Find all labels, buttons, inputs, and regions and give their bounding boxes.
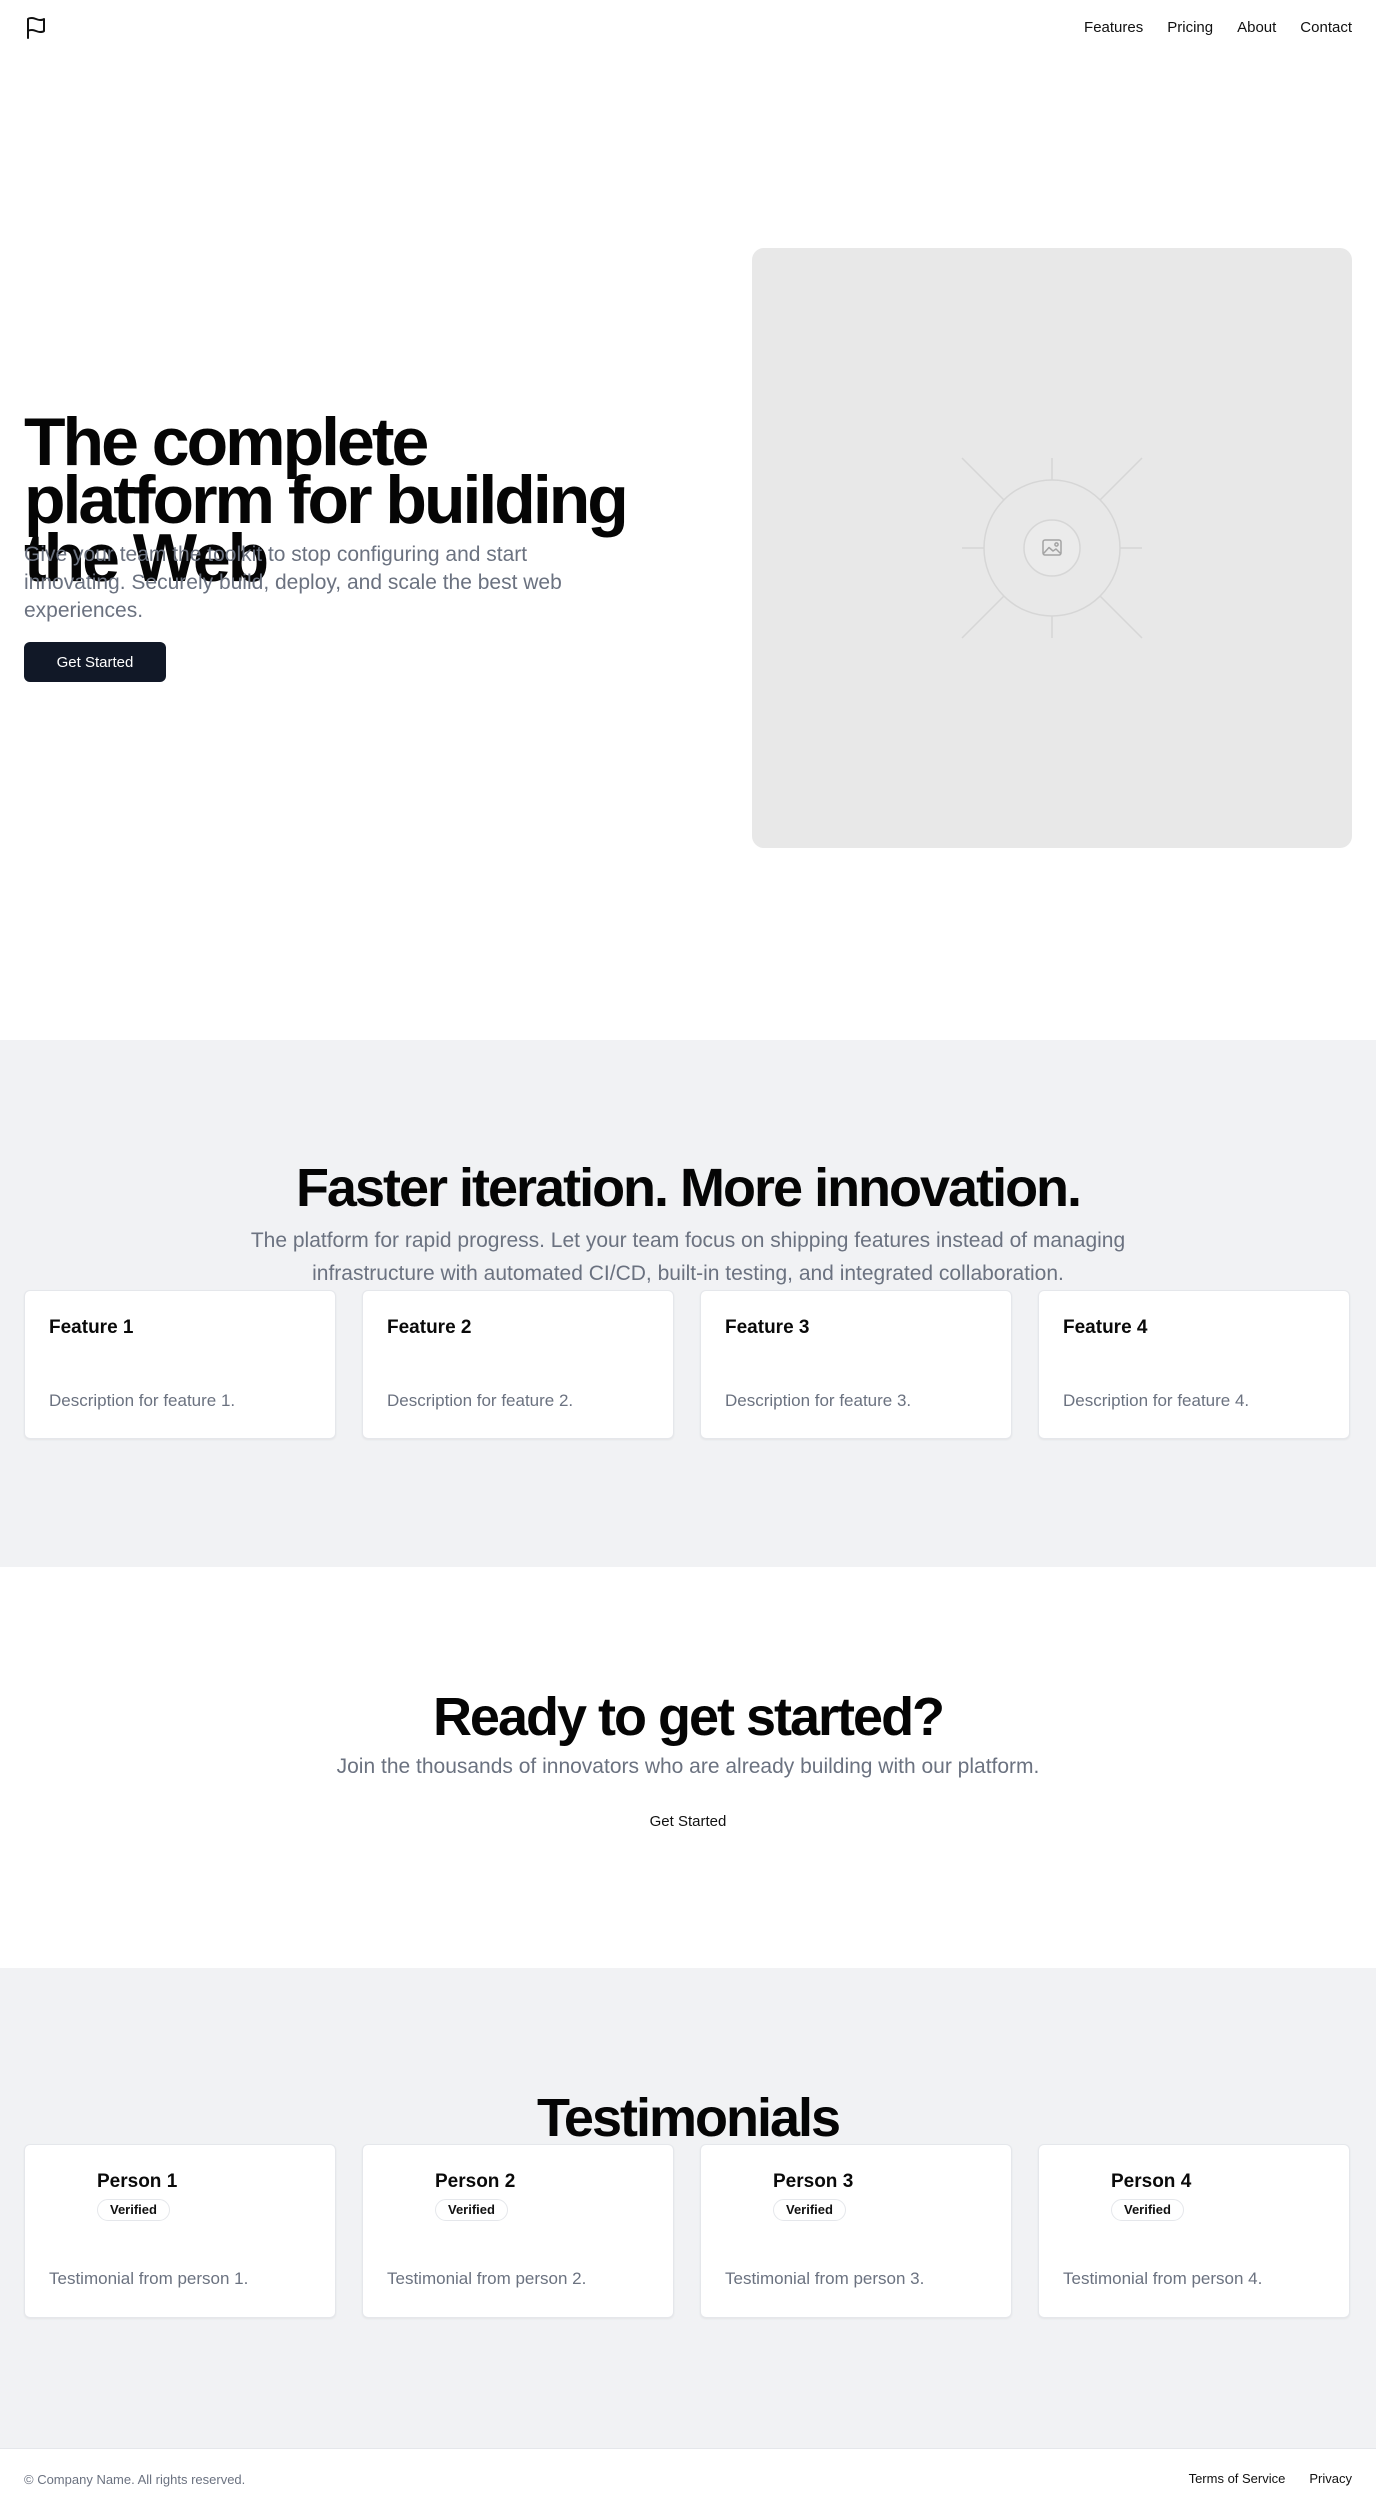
cta-subtitle: Join the thousands of innovators who are… [336, 1755, 1040, 1778]
site-header: Features Pricing About Contact [0, 0, 1376, 56]
verified-badge: Verified [435, 2199, 508, 2221]
testimonial-cards: Person 1 Verified Testimonial from perso… [24, 2144, 1350, 2318]
testimonial-text: Testimonial from person 2. [387, 2269, 587, 2288]
footer-links: Terms of Service Privacy [1189, 2471, 1352, 2486]
main-nav: Features Pricing About Contact [1084, 18, 1352, 38]
feature-title: Feature 4 [1063, 1317, 1148, 1338]
feature-card: Feature 4 Description for feature 4. [1038, 1290, 1350, 1439]
feature-card: Feature 2 Description for feature 2. [362, 1290, 674, 1439]
nav-link-features[interactable]: Features [1084, 18, 1143, 38]
verified-badge: Verified [97, 2199, 170, 2221]
feature-description: Description for feature 3. [725, 1391, 912, 1410]
hero-subtitle: Give your team the toolkit to stop confi… [24, 543, 562, 622]
nav-link-pricing[interactable]: Pricing [1167, 18, 1213, 38]
testimonial-card: Person 1 Verified Testimonial from perso… [24, 2144, 336, 2318]
testimonial-text: Testimonial from person 1. [49, 2269, 249, 2288]
footer-link-terms[interactable]: Terms of Service [1189, 2471, 1286, 2486]
features-title: Faster iteration. More innovation. [295, 1158, 1082, 1218]
verified-badge: Verified [1111, 2199, 1184, 2221]
testimonials-section: Testimonials Person 1 Verified Testimoni… [0, 1968, 1376, 2448]
get-started-button[interactable]: Get Started [24, 642, 166, 682]
testimonial-card: Person 2 Verified Testimonial from perso… [362, 2144, 674, 2318]
verified-badge: Verified [773, 2199, 846, 2221]
testimonial-text: Testimonial from person 4. [1063, 2269, 1263, 2288]
testimonial-text: Testimonial from person 3. [725, 2269, 925, 2288]
cta-section: Ready to get started? Join the thousands… [0, 1567, 1376, 1968]
person-name: Person 2 [435, 2171, 516, 2192]
footer-link-privacy[interactable]: Privacy [1309, 2471, 1352, 2486]
nav-link-about[interactable]: About [1237, 18, 1276, 38]
person-name: Person 3 [773, 2171, 854, 2192]
person-name: Person 1 [97, 2171, 178, 2192]
testimonials-title: Testimonials [536, 2088, 841, 2148]
feature-description: Description for feature 1. [49, 1391, 236, 1410]
feature-title: Feature 2 [387, 1317, 472, 1338]
feature-card: Feature 3 Description for feature 3. [700, 1290, 1012, 1439]
features-section: Faster iteration. More innovation. The p… [0, 1040, 1376, 1567]
feature-title: Feature 1 [49, 1317, 134, 1338]
testimonial-card: Person 4 Verified Testimonial from perso… [1038, 2144, 1350, 2318]
feature-cards: Feature 1 Description for feature 1. Fea… [24, 1290, 1350, 1439]
image-placeholder-icon [961, 457, 1143, 639]
cta-title: Ready to get started? [432, 1687, 945, 1747]
features-subtitle: The platform for rapid progress. Let you… [250, 1229, 1126, 1285]
hero-section: The complete platform for building the W… [0, 56, 1376, 1040]
copyright-text: © Company Name. All rights reserved. [24, 2472, 246, 2487]
testimonial-card: Person 3 Verified Testimonial from perso… [700, 2144, 1012, 2318]
feature-card: Feature 1 Description for feature 1. [24, 1290, 336, 1439]
feature-title: Feature 3 [725, 1317, 810, 1338]
site-footer: © Company Name. All rights reserved. Ter… [0, 2448, 1376, 2512]
person-name: Person 4 [1111, 2171, 1192, 2192]
cta-get-started-button[interactable]: Get Started [628, 1803, 748, 1839]
feature-description: Description for feature 4. [1063, 1391, 1250, 1410]
nav-link-contact[interactable]: Contact [1300, 18, 1352, 38]
feature-description: Description for feature 2. [387, 1391, 574, 1410]
flag-icon[interactable] [24, 16, 48, 40]
hero-image-placeholder [752, 248, 1352, 848]
